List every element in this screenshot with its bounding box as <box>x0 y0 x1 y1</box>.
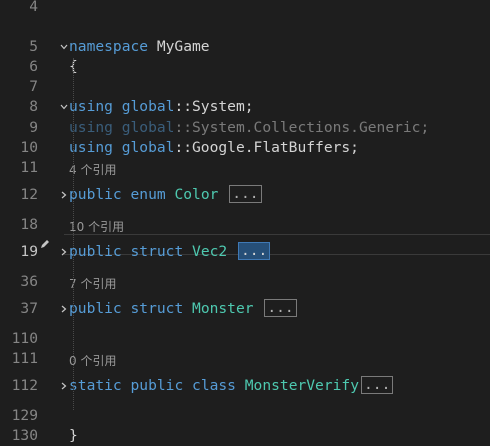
line-number: 130 <box>11 427 38 444</box>
line-number: 37 <box>20 300 38 317</box>
code-line[interactable]: static public class MonsterVerify... <box>69 376 394 396</box>
pencil-icon[interactable] <box>39 238 51 250</box>
code-token: Vec2 <box>192 243 228 260</box>
code-token: MyGame <box>148 38 210 55</box>
collapsed-region-button[interactable]: ... <box>237 242 271 260</box>
line-number: 112 <box>11 377 38 394</box>
line-number: 12 <box>20 186 38 203</box>
code-line[interactable]: public struct Vec2 ... <box>69 242 271 262</box>
code-token: ::System.Collections.Generic; <box>174 119 430 136</box>
code-line[interactable]: using global::System.Collections.Generic… <box>69 118 429 138</box>
code-token: namespace <box>69 38 149 55</box>
collapsed-region-button[interactable]: ... <box>229 185 262 203</box>
code-line[interactable]: public struct Monster ... <box>69 299 297 319</box>
line-number: 9 <box>29 119 38 136</box>
line-number: 10 <box>20 139 38 156</box>
code-token: ::System; <box>174 98 254 115</box>
line-number: 111 <box>11 350 38 367</box>
code-token: MonsterVerify <box>244 377 359 394</box>
code-token: using <box>69 139 113 156</box>
code-editor[interactable]: 4 5 namespace MyGame 6{7 8 using global::Syst… <box>0 0 490 444</box>
codelens-references[interactable]: 7 个引用 <box>69 276 116 292</box>
code-token: struct <box>130 300 184 317</box>
collapsed-region-button[interactable]: ... <box>361 376 394 394</box>
fold-collapsed-icon[interactable] <box>60 382 68 390</box>
fold-expanded-icon[interactable] <box>60 103 68 111</box>
fold-collapsed-icon[interactable] <box>60 191 68 199</box>
code-token: Monster <box>192 300 254 317</box>
code-token: Color <box>174 186 219 203</box>
code-token: } <box>69 427 78 444</box>
fold-expanded-icon[interactable] <box>60 43 68 51</box>
indent-guide <box>73 58 74 410</box>
code-token: public <box>130 377 184 394</box>
code-token: public <box>69 243 122 260</box>
line-number: 110 <box>11 330 38 347</box>
code-token: class <box>192 377 236 394</box>
line-number: 36 <box>20 273 38 290</box>
code-token: struct <box>130 243 184 260</box>
line-number: 129 <box>11 407 38 424</box>
codelens-references[interactable]: 0 个引用 <box>69 353 116 369</box>
code-token: public <box>69 186 122 203</box>
line-number: 5 <box>29 38 38 55</box>
code-token: global <box>121 119 175 136</box>
code-token: global <box>121 139 175 156</box>
line-number: 6 <box>29 58 38 75</box>
code-token: static <box>69 377 122 394</box>
line-number: 19 <box>20 243 38 260</box>
code-token: global <box>121 98 175 115</box>
fold-collapsed-icon[interactable] <box>60 248 68 256</box>
code-token: enum <box>130 186 166 203</box>
code-token: public <box>69 300 122 317</box>
code-line[interactable]: namespace MyGame <box>69 37 210 57</box>
code-token: ::Google.FlatBuffers; <box>174 139 359 156</box>
line-number: 4 <box>29 0 38 15</box>
fold-collapsed-icon[interactable] <box>60 305 68 313</box>
code-token: using <box>69 98 113 115</box>
line-number: 18 <box>20 216 38 233</box>
line-number: 8 <box>29 98 38 115</box>
code-line[interactable]: } <box>69 426 78 446</box>
code-line[interactable]: public enum Color ... <box>69 185 262 205</box>
line-number: 7 <box>29 78 38 95</box>
collapsed-region-button[interactable]: ... <box>264 299 297 317</box>
codelens-references[interactable]: 4 个引用 <box>69 162 116 178</box>
code-line[interactable]: using global::System; <box>69 97 254 117</box>
codelens-references[interactable]: 10 个引用 <box>69 219 124 235</box>
code-line[interactable]: using global::Google.FlatBuffers; <box>69 138 359 158</box>
line-number: 11 <box>20 159 38 176</box>
code-token: using <box>69 119 113 136</box>
